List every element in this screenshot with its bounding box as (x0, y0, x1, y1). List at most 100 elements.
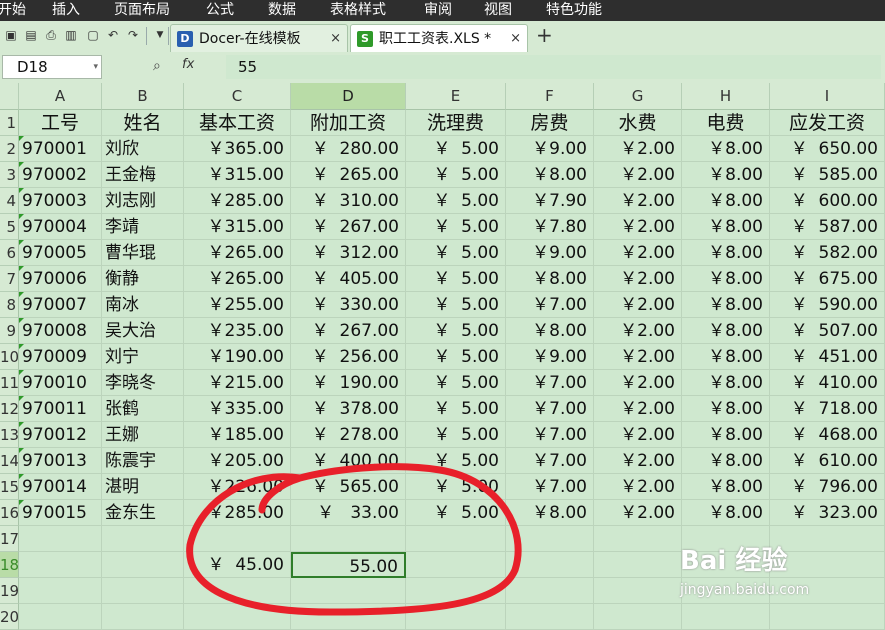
row-header-3[interactable]: 3 (0, 162, 19, 188)
row-header-5[interactable]: 5 (0, 214, 19, 240)
table-cell[interactable]: ￥265.00 (184, 240, 291, 266)
table-cell[interactable] (594, 604, 682, 630)
header-cell[interactable]: 洗理费 (406, 110, 506, 136)
table-cell[interactable]: 970001 (19, 136, 102, 162)
search-icon[interactable]: ⌕ (153, 58, 161, 74)
table-cell[interactable]: ￥ 5.00 (406, 422, 506, 448)
table-cell[interactable]: ￥ 190.00 (291, 370, 406, 396)
table-cell[interactable]: ￥8.00 (682, 474, 770, 500)
dropdown-icon[interactable]: ▼ (153, 28, 167, 42)
table-cell[interactable]: ￥ 5.00 (406, 162, 506, 188)
table-cell[interactable]: ￥ 278.00 (291, 422, 406, 448)
table-cell[interactable]: ￥8.00 (682, 448, 770, 474)
tab-docer[interactable]: D Docer-在线模板 × (170, 24, 348, 52)
table-cell[interactable]: ￥9.00 (506, 240, 594, 266)
table-cell[interactable] (406, 552, 506, 578)
table-cell[interactable] (594, 526, 682, 552)
table-cell[interactable] (102, 578, 184, 604)
row-header-17[interactable]: 17 (0, 526, 19, 552)
row-header-12[interactable]: 12 (0, 396, 19, 422)
table-cell[interactable]: ￥ 378.00 (291, 396, 406, 422)
table-cell[interactable]: ￥7.00 (506, 396, 594, 422)
table-cell[interactable] (184, 526, 291, 552)
column-header-g[interactable]: G (594, 83, 682, 110)
table-cell[interactable]: ￥ 5.00 (406, 136, 506, 162)
new-tab-button[interactable]: + (536, 23, 553, 47)
table-cell[interactable]: 970008 (19, 318, 102, 344)
table-cell[interactable]: ￥2.00 (594, 318, 682, 344)
row-header-20[interactable]: 20 (0, 604, 19, 630)
table-cell[interactable]: ￥8.00 (682, 162, 770, 188)
table-cell[interactable]: 刘宁 (102, 344, 184, 370)
table-cell[interactable]: ￥2.00 (594, 448, 682, 474)
select-all-corner[interactable] (0, 83, 19, 110)
row-header-13[interactable]: 13 (0, 422, 19, 448)
table-cell[interactable]: ￥ 468.00 (770, 422, 885, 448)
column-header-c[interactable]: C (184, 83, 291, 110)
table-cell[interactable]: ￥8.00 (682, 188, 770, 214)
pdf-icon[interactable]: ▤ (24, 28, 38, 42)
table-cell[interactable]: ￥2.00 (594, 240, 682, 266)
table-cell[interactable]: ￥ 5.00 (406, 318, 506, 344)
table-cell[interactable] (594, 552, 682, 578)
menu-item[interactable]: 开始 (0, 0, 26, 21)
table-cell[interactable]: ￥315.00 (184, 214, 291, 240)
table-cell[interactable]: 刘志刚 (102, 188, 184, 214)
table-cell[interactable]: 李晓冬 (102, 370, 184, 396)
close-icon[interactable]: × (330, 25, 341, 53)
table-cell[interactable]: ￥ 582.00 (770, 240, 885, 266)
table-cell[interactable] (506, 552, 594, 578)
function-icon[interactable]: fx (182, 57, 194, 72)
page-setup-icon[interactable]: ▢ (86, 28, 100, 42)
row-header-16[interactable]: 16 (0, 500, 19, 526)
table-cell[interactable]: ￥ 323.00 (770, 500, 885, 526)
table-cell[interactable]: ￥ 256.00 (291, 344, 406, 370)
table-cell[interactable]: ￥255.00 (184, 292, 291, 318)
table-cell[interactable]: ￥ 280.00 (291, 136, 406, 162)
table-cell[interactable]: 南冰 (102, 292, 184, 318)
table-cell[interactable]: 970014 (19, 474, 102, 500)
header-cell[interactable]: 房费 (506, 110, 594, 136)
row-header-4[interactable]: 4 (0, 188, 19, 214)
table-cell[interactable]: ￥2.00 (594, 188, 682, 214)
table-cell[interactable]: ￥7.80 (506, 214, 594, 240)
table-cell[interactable]: ￥ 507.00 (770, 318, 885, 344)
table-cell[interactable] (291, 526, 406, 552)
table-cell[interactable] (19, 552, 102, 578)
table-cell[interactable] (506, 526, 594, 552)
menu-item[interactable]: 审阅 (424, 0, 452, 21)
table-cell[interactable]: 衡静 (102, 266, 184, 292)
table-cell[interactable]: ￥9.00 (506, 344, 594, 370)
row-header-2[interactable]: 2 (0, 136, 19, 162)
table-cell[interactable]: ￥ 5.00 (406, 448, 506, 474)
table-cell[interactable]: ￥7.90 (506, 188, 594, 214)
table-cell[interactable]: 970013 (19, 448, 102, 474)
row-header-19[interactable]: 19 (0, 578, 19, 604)
table-cell[interactable]: ￥ 451.00 (770, 344, 885, 370)
table-cell[interactable]: ￥8.00 (682, 240, 770, 266)
table-cell[interactable]: 970011 (19, 396, 102, 422)
table-cell[interactable]: ￥ 5.00 (406, 240, 506, 266)
table-cell[interactable]: 970006 (19, 266, 102, 292)
table-cell[interactable]: ￥ 5.00 (406, 214, 506, 240)
table-cell[interactable]: ￥ 718.00 (770, 396, 885, 422)
row-header-7[interactable]: 7 (0, 266, 19, 292)
header-cell[interactable]: 应发工资 (770, 110, 885, 136)
table-cell[interactable]: ￥7.00 (506, 448, 594, 474)
print-preview-icon[interactable]: ▥ (64, 28, 78, 42)
table-cell[interactable] (102, 526, 184, 552)
menu-item[interactable]: 页面布局 (114, 0, 170, 21)
menu-item[interactable]: 插入 (52, 0, 80, 21)
table-cell[interactable]: ￥235.00 (184, 318, 291, 344)
table-cell[interactable]: ￥ 5.00 (406, 500, 506, 526)
table-cell[interactable]: ￥ 650.00 (770, 136, 885, 162)
print-icon[interactable]: ⎙ (44, 28, 58, 42)
table-cell[interactable]: 王金梅 (102, 162, 184, 188)
table-cell[interactable]: ￥ 5.00 (406, 292, 506, 318)
table-cell[interactable]: 970007 (19, 292, 102, 318)
table-cell[interactable]: ￥ 267.00 (291, 214, 406, 240)
table-cell[interactable]: ￥2.00 (594, 500, 682, 526)
header-cell[interactable]: 基本工资 (184, 110, 291, 136)
table-cell[interactable]: 湛明 (102, 474, 184, 500)
table-cell[interactable]: ￥315.00 (184, 162, 291, 188)
